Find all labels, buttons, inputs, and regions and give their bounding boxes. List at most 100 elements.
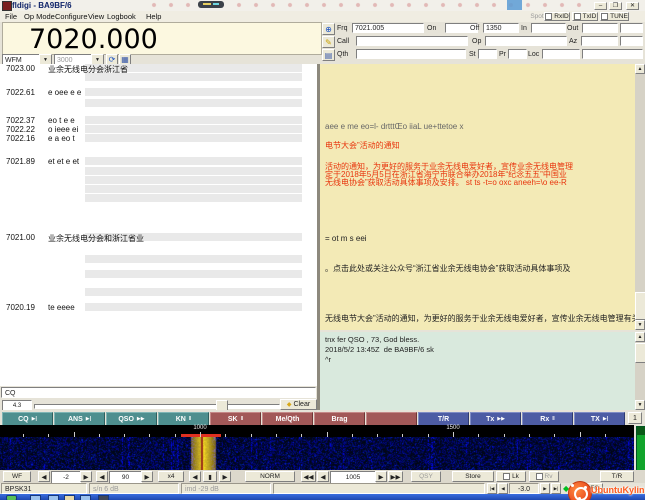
qsy-button[interactable]: QSY [411,471,441,482]
browser-stripe-row[interactable] [0,270,317,279]
norm-button[interactable]: NORM [245,471,295,482]
wf-button[interactable]: WF [3,471,31,482]
macro-button-tx[interactable]: TX▶| [574,412,625,426]
macro-button-ans[interactable]: ANS▶| [54,412,105,426]
macro-button-empty[interactable] [366,412,417,426]
field-input-st[interactable] [478,49,497,59]
freq-left-icon[interactable]: ◀ [498,483,508,494]
taskbar-icon[interactable] [98,495,109,500]
macro-button-sk[interactable]: SK‖ [210,412,261,426]
menu-file[interactable]: File [5,12,17,21]
browser-stripe-row[interactable] [0,176,317,185]
carrier-ffwd-icon[interactable]: ▶▶ [388,471,403,482]
maximize-button[interactable]: ❐ [609,2,622,10]
drop-decrease-icon[interactable]: ◀ [38,471,50,482]
rv-checkbox[interactable] [536,473,543,480]
browser-stripe-row[interactable] [0,99,317,108]
browser-squelch-slider[interactable] [34,404,280,409]
field-input-extra[interactable] [620,36,643,46]
zoom-button[interactable]: x4 [158,471,184,482]
os-taskbar[interactable] [0,494,645,500]
taskbar-icon[interactable] [80,495,91,500]
rx-scrollbar[interactable]: ▲ ▼ [635,64,645,330]
rv-toggle[interactable]: Rv [529,471,559,482]
tx-scrollbar[interactable]: ▲ ▼ [635,332,645,410]
macro-button-meqth[interactable]: Me/Qth [262,412,313,426]
carrier-right-icon[interactable]: ▶ [375,471,387,482]
freq-right-icon[interactable]: ▶ [540,483,550,494]
ampspan-increase-icon[interactable]: ▶ [141,471,153,482]
field-input-off[interactable]: 1350 [483,23,519,33]
menu-logbook[interactable]: Logbook [107,12,136,21]
browser-row[interactable]: 7022.61e oee e e [0,88,317,97]
taskbar-icon[interactable] [30,495,41,500]
tune-checkbox[interactable] [601,13,608,20]
minimize-button[interactable]: – [594,2,607,10]
frequency-value[interactable]: 7020.000 [29,24,158,55]
browser-row[interactable]: 7022.37eo t e e [0,116,317,125]
carrier-left-icon[interactable]: ◀ [317,471,329,482]
freq-end-icon[interactable]: ▶| [551,483,561,494]
tune-toggle[interactable]: TUNE [600,12,629,21]
field-input-extra[interactable] [582,49,643,59]
field-input-call[interactable] [356,36,468,46]
browser-row[interactable]: 7023.00业余无线电分会浙江省 [0,64,317,73]
macro-button-cq[interactable]: CQ▶| [2,412,53,426]
frequency-display[interactable]: 7020.000 [2,22,322,55]
tx-text-panel[interactable]: tnx fer QSO , 73, God bless. 2018/5/2 13… [320,332,635,410]
field-input-op[interactable] [485,36,567,46]
rxid-checkbox[interactable] [545,13,552,20]
browser-filter-input[interactable]: CQ [1,387,316,398]
pause-icon[interactable]: ▮ [203,471,217,482]
lk-toggle[interactable]: Lk [496,471,526,482]
macro-button-brag[interactable]: Brag [314,412,365,426]
field-input-loc[interactable] [542,49,580,59]
browser-stripe-row[interactable] [0,255,317,264]
field-input-out[interactable] [582,23,618,33]
waterfall-scale[interactable]: 10001500 [0,425,634,437]
waterfall-display[interactable] [0,437,634,470]
close-button[interactable]: ✕ [626,2,639,10]
browser-row[interactable]: 7020.19te eeee [0,303,317,312]
macro-button-tr[interactable]: T/R [418,412,469,426]
txid-toggle[interactable]: TxID [572,12,598,21]
field-input-frq[interactable]: 7021.005 [352,23,424,33]
mode-status[interactable]: BPSK31 [1,483,87,494]
tx-scroll-down-icon[interactable]: ▼ [635,400,645,410]
drop-increase-icon[interactable]: ▶ [80,471,92,482]
browser-stripe-row[interactable] [0,288,317,297]
menu-help[interactable]: Help [146,12,161,21]
rx-scroll-down-icon[interactable]: ▼ [635,320,645,330]
macro-set-button[interactable]: 1 [628,412,642,424]
shift-right-icon[interactable]: ▶ [219,471,231,482]
txid-checkbox[interactable] [574,13,581,20]
taskbar-icon[interactable] [48,495,59,500]
carrier-rewind-icon[interactable]: ◀◀ [301,471,316,482]
metric-value[interactable]: -3.0 [509,483,539,494]
macro-button-tx[interactable]: Tx▶▶ [470,412,521,426]
field-input-qth[interactable] [356,49,466,59]
macro-button-rx[interactable]: Rx‖ [522,412,573,426]
rx-text-panel[interactable]: aee e me eo=l- drtttŒo iiaL ue+ttetoe x电… [320,64,635,330]
macro-button-kn[interactable]: KN‖ [158,412,209,426]
menu-op-mode[interactable]: Op Mode [24,12,55,21]
tx-scroll-thumb[interactable] [635,343,645,363]
tr-button[interactable]: T/R [600,471,634,482]
browser-stripe-row[interactable] [0,185,317,194]
macro-button-qso[interactable]: QSO▶▶ [106,412,157,426]
store-button[interactable]: Store [452,471,494,482]
notebook-icon[interactable]: ▤ [322,49,335,61]
rxid-toggle[interactable]: RxID [544,12,570,21]
rx-scroll-thumb[interactable] [635,292,645,320]
shift-left-icon[interactable]: ◀ [189,471,201,482]
freq-home-icon[interactable]: |◀ [487,483,497,494]
browser-row[interactable]: 7021.89et et e et [0,157,317,166]
browser-row[interactable]: 7022.16e a eo t [0,134,317,143]
browser-clear-button[interactable]: ◆ Clear [280,399,317,410]
browser-row[interactable]: 7022.22o ieee ei [0,125,317,134]
globe-icon[interactable]: ⊕ [322,23,335,35]
taskbar-icon[interactable] [64,495,75,500]
field-input-pr[interactable] [508,49,527,59]
lk-checkbox[interactable] [503,473,510,480]
signal-browser[interactable]: 7023.00业余无线电分会浙江省 7022.61e oee e e 7022.37… [0,64,318,386]
